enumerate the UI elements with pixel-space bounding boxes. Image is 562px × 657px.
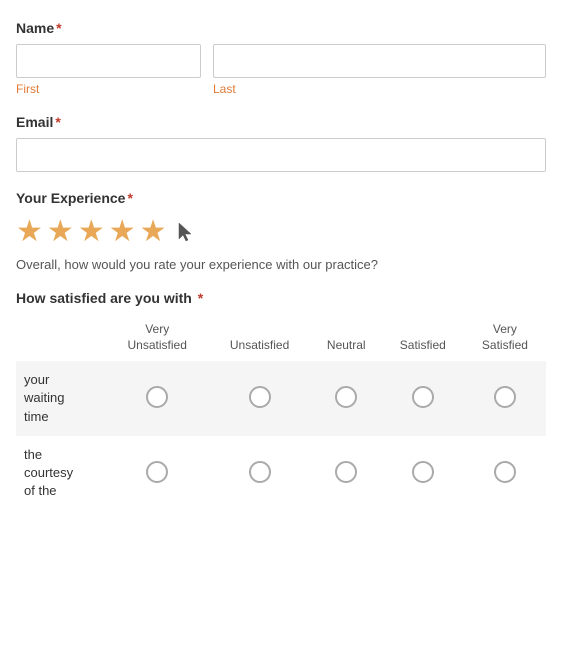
header-satisfied: Satisfied (382, 318, 464, 361)
radio-waiting-very-unsatisfied[interactable] (146, 386, 168, 408)
radio-waiting-very-satisfied[interactable] (494, 386, 516, 408)
name-row: First Last (16, 44, 546, 96)
radio-courtesy-satisfied[interactable] (412, 461, 434, 483)
radio-waiting-satisfied[interactable] (412, 386, 434, 408)
cell-courtesy-unsatisfied (208, 436, 310, 511)
row-waiting-label: yourwaitingtime (16, 361, 106, 436)
last-name-input[interactable] (213, 44, 546, 78)
cell-waiting-satisfied (382, 361, 464, 436)
name-required: * (56, 20, 61, 36)
table-row: thecourtesyof the (16, 436, 546, 511)
first-label: First (16, 82, 201, 96)
header-neutral: Neutral (311, 318, 382, 361)
star-1[interactable]: ★ (16, 214, 43, 249)
last-name-col: Last (213, 44, 546, 96)
radio-waiting-unsatisfied[interactable] (249, 386, 271, 408)
header-very-satisfied: VerySatisfied (464, 318, 546, 361)
header-very-unsatisfied: VeryUnsatisfied (106, 318, 208, 361)
cell-courtesy-neutral (311, 436, 382, 511)
radio-courtesy-unsatisfied[interactable] (249, 461, 271, 483)
satisfaction-title: How satisfied are you with * (16, 290, 546, 306)
email-input[interactable] (16, 138, 546, 172)
name-label: Name* (16, 20, 546, 36)
table-row: yourwaitingtime (16, 361, 546, 436)
radio-courtesy-very-unsatisfied[interactable] (146, 461, 168, 483)
header-row-label (16, 318, 106, 361)
email-required: * (55, 114, 60, 130)
satisfaction-header-row: VeryUnsatisfied Unsatisfied Neutral Sati… (16, 318, 546, 361)
cell-courtesy-very-satisfied (464, 436, 546, 511)
star-2[interactable]: ★ (47, 214, 74, 249)
star-5[interactable]: ★ (140, 214, 167, 249)
star-3[interactable]: ★ (78, 214, 105, 249)
first-name-input[interactable] (16, 44, 201, 78)
experience-required: * (127, 190, 132, 206)
cell-waiting-neutral (311, 361, 382, 436)
cell-waiting-unsatisfied (208, 361, 310, 436)
satisfaction-section: How satisfied are you with * VeryUnsatis… (16, 290, 546, 510)
radio-courtesy-neutral[interactable] (335, 461, 357, 483)
email-section: Email* (16, 114, 546, 172)
radio-waiting-neutral[interactable] (335, 386, 357, 408)
cell-waiting-very-unsatisfied (106, 361, 208, 436)
email-label: Email* (16, 114, 546, 130)
satisfaction-table: VeryUnsatisfied Unsatisfied Neutral Sati… (16, 318, 546, 510)
last-label: Last (213, 82, 546, 96)
star-rating: ★ ★ ★ ★ ★ (16, 214, 546, 249)
satisfaction-required: * (198, 290, 203, 306)
experience-label: Your Experience* (16, 190, 546, 206)
radio-courtesy-very-satisfied[interactable] (494, 461, 516, 483)
star-4[interactable]: ★ (109, 214, 136, 249)
header-unsatisfied: Unsatisfied (208, 318, 310, 361)
cell-waiting-very-satisfied (464, 361, 546, 436)
first-name-col: First (16, 44, 201, 96)
cursor-icon (177, 221, 193, 243)
experience-hint: Overall, how would you rate your experie… (16, 257, 546, 272)
experience-section: Your Experience* ★ ★ ★ ★ ★ Overall, how … (16, 190, 546, 272)
name-section: Name* First Last (16, 20, 546, 96)
cell-courtesy-satisfied (382, 436, 464, 511)
row-courtesy-label: thecourtesyof the (16, 436, 106, 511)
cell-courtesy-very-unsatisfied (106, 436, 208, 511)
